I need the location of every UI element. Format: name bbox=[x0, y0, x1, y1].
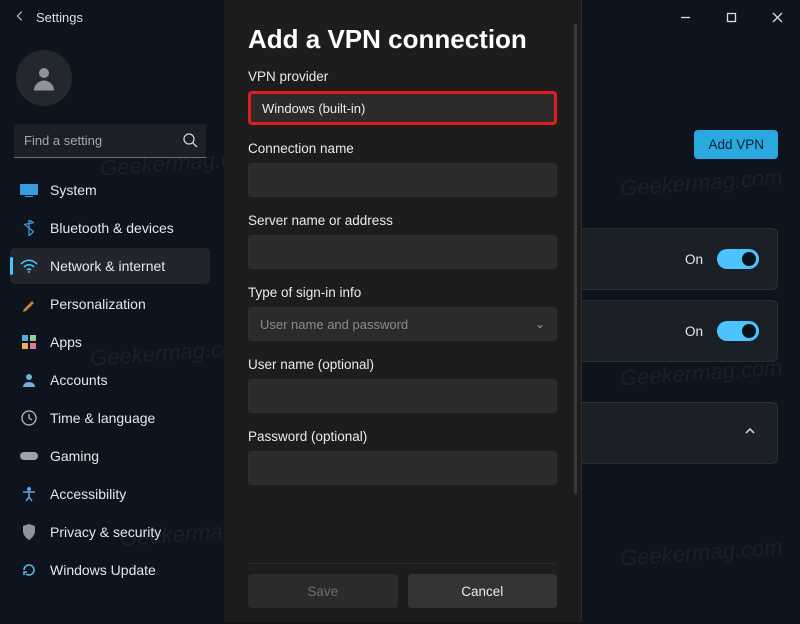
sidebar-item-gaming[interactable]: Gaming bbox=[10, 438, 210, 474]
wifi-icon bbox=[20, 257, 38, 275]
search-input[interactable] bbox=[14, 124, 206, 158]
sidebar-item-network[interactable]: Network & internet bbox=[10, 248, 210, 284]
sidebar-item-label: Accessibility bbox=[50, 486, 126, 502]
server-label: Server name or address bbox=[248, 213, 557, 228]
sidebar-item-windows-update[interactable]: Windows Update bbox=[10, 552, 210, 588]
vpn-provider-select[interactable]: Windows (built-in) bbox=[248, 91, 557, 125]
system-icon bbox=[20, 181, 38, 199]
username-label: User name (optional) bbox=[248, 357, 557, 372]
sidebar-item-bluetooth[interactable]: Bluetooth & devices bbox=[10, 210, 210, 246]
connection-name-input[interactable] bbox=[248, 163, 557, 197]
sidebar-item-label: Windows Update bbox=[50, 562, 156, 578]
toggle-switch[interactable] bbox=[717, 321, 759, 341]
shield-icon bbox=[20, 523, 38, 541]
vpn-provider-value: Windows (built-in) bbox=[262, 101, 365, 116]
add-vpn-button[interactable]: Add VPN bbox=[694, 130, 778, 159]
sidebar-item-label: Privacy & security bbox=[50, 524, 161, 540]
password-input[interactable] bbox=[248, 451, 557, 485]
sidebar-item-label: Gaming bbox=[50, 448, 99, 464]
chevron-up-icon bbox=[743, 424, 757, 443]
sidebar-item-system[interactable]: System bbox=[10, 172, 210, 208]
password-label: Password (optional) bbox=[248, 429, 557, 444]
sidebar-item-label: Personalization bbox=[50, 296, 146, 312]
back-icon[interactable] bbox=[0, 9, 30, 26]
sidebar-item-apps[interactable]: Apps bbox=[10, 324, 210, 360]
search-field[interactable] bbox=[14, 124, 206, 158]
chevron-down-icon: ⌄ bbox=[535, 317, 545, 331]
avatar bbox=[16, 50, 72, 106]
apps-icon bbox=[20, 333, 38, 351]
connection-name-label: Connection name bbox=[248, 141, 557, 156]
sidebar-item-label: Accounts bbox=[50, 372, 108, 388]
vpn-provider-label: VPN provider bbox=[248, 69, 557, 84]
maximize-button[interactable] bbox=[708, 0, 754, 34]
sidebar-item-label: Time & language bbox=[50, 410, 155, 426]
minimize-button[interactable] bbox=[662, 0, 708, 34]
username-input[interactable] bbox=[248, 379, 557, 413]
sidebar-item-label: Apps bbox=[50, 334, 82, 350]
search-icon bbox=[182, 132, 198, 153]
toggle-label: On bbox=[685, 252, 703, 267]
sidebar-item-time-language[interactable]: Time & language bbox=[10, 400, 210, 436]
sidebar-item-personalization[interactable]: Personalization bbox=[10, 286, 210, 322]
server-input[interactable] bbox=[248, 235, 557, 269]
dialog-title: Add a VPN connection bbox=[248, 24, 557, 55]
clock-icon bbox=[20, 409, 38, 427]
accessibility-icon bbox=[20, 485, 38, 503]
sidebar-item-label: Network & internet bbox=[50, 258, 165, 274]
toggle-switch[interactable] bbox=[717, 249, 759, 269]
sidebar-item-label: Bluetooth & devices bbox=[50, 220, 174, 236]
bluetooth-icon bbox=[20, 219, 38, 237]
gamepad-icon bbox=[20, 447, 38, 465]
signin-type-label: Type of sign-in info bbox=[248, 285, 557, 300]
toggle-label: On bbox=[685, 324, 703, 339]
signin-type-value: User name and password bbox=[260, 317, 408, 332]
sidebar-item-privacy[interactable]: Privacy & security bbox=[10, 514, 210, 550]
profile-block[interactable] bbox=[10, 40, 210, 124]
cancel-button[interactable]: Cancel bbox=[408, 574, 558, 608]
person-icon bbox=[20, 371, 38, 389]
window-title: Settings bbox=[30, 10, 83, 25]
sidebar-item-accounts[interactable]: Accounts bbox=[10, 362, 210, 398]
sidebar-item-label: System bbox=[50, 182, 97, 198]
signin-type-select[interactable]: User name and password ⌄ bbox=[248, 307, 557, 341]
add-vpn-dialog: Add a VPN connection VPN provider Window… bbox=[224, 0, 582, 622]
update-icon bbox=[20, 561, 38, 579]
save-button[interactable]: Save bbox=[248, 574, 398, 608]
sidebar-item-accessibility[interactable]: Accessibility bbox=[10, 476, 210, 512]
close-button[interactable] bbox=[754, 0, 800, 34]
sidebar-nav: System Bluetooth & devices Network & int… bbox=[10, 172, 210, 588]
brush-icon bbox=[20, 295, 38, 313]
